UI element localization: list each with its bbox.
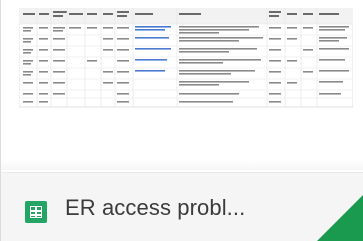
file-type-corner-fold bbox=[317, 195, 363, 241]
spreadsheet-thumbnail bbox=[19, 8, 353, 144]
google-sheets-icon bbox=[25, 201, 47, 223]
file-title[interactable]: ER access probl... bbox=[65, 195, 245, 221]
file-card-footer[interactable]: ER access probl... bbox=[1, 172, 363, 241]
thumbnail-divider bbox=[1, 160, 363, 170]
file-card[interactable]: ER access probl... bbox=[0, 0, 363, 241]
